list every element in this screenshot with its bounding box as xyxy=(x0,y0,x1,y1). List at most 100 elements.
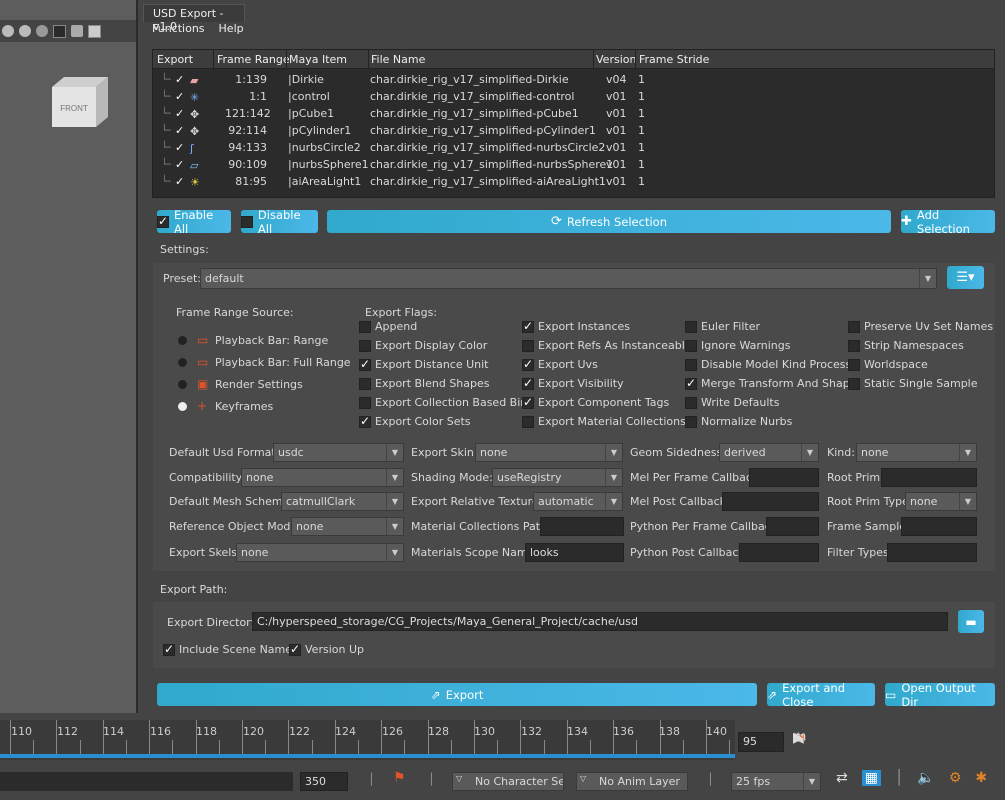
include-scene-name-checkbox[interactable] xyxy=(163,642,175,656)
row-frame-stride[interactable]: 1 xyxy=(638,141,645,154)
table-row[interactable]: └╴ ✓ ▱ 90:109 |nurbsSphere1 char.dirkie_rig_v… xyxy=(153,156,994,173)
flag-checkbox[interactable] xyxy=(685,415,697,428)
row-frame-stride[interactable]: 1 xyxy=(638,73,645,86)
row-version[interactable]: v01 xyxy=(606,141,627,154)
row-frame-stride[interactable]: 1 xyxy=(638,107,645,120)
end-frame-field[interactable]: 350 xyxy=(300,772,348,791)
open-output-dir-button[interactable]: ▭ Open Output Dir xyxy=(885,681,995,709)
export-flag[interactable]: Disable Model Kind Processc xyxy=(685,358,857,371)
mel-per-frame-callback-field[interactable] xyxy=(749,468,819,487)
auto-key-icon[interactable]: ⚑ xyxy=(393,770,406,786)
flag-checkbox[interactable] xyxy=(359,377,371,390)
row-file-name[interactable]: char.dirkie_rig_v17_simplified-control xyxy=(370,90,574,103)
frame-range-option[interactable]: ▭ Playback Bar: Range xyxy=(178,333,328,347)
export-skels-dropdown[interactable]: none ▼ xyxy=(236,543,404,562)
row-export-checkbox[interactable]: ✓ xyxy=(175,107,184,120)
frame-sample-field[interactable] xyxy=(901,517,977,536)
kind-dropdown[interactable]: none ▼ xyxy=(856,443,977,462)
frame-range-option[interactable]: ▣ Render Settings xyxy=(178,377,303,391)
flag-checkbox[interactable] xyxy=(522,339,534,352)
row-export-checkbox[interactable]: ✓ xyxy=(175,73,184,86)
key-ticks-icon[interactable]: ▦ xyxy=(861,770,881,786)
row-export-checkbox[interactable]: ✓ xyxy=(175,124,184,137)
root-prim-field[interactable] xyxy=(881,468,977,487)
grid-icon[interactable] xyxy=(53,24,66,38)
col-maya-item[interactable]: Maya Item xyxy=(289,53,347,66)
version-up-checkbox[interactable] xyxy=(289,642,301,656)
export-flag[interactable]: Strip Namespaces xyxy=(848,339,964,352)
export-flag[interactable]: Worldspace xyxy=(848,358,928,371)
default-usd-format-dropdown[interactable]: usdc ▼ xyxy=(273,443,404,462)
flag-checkbox[interactable] xyxy=(685,320,697,333)
flag-checkbox[interactable] xyxy=(685,339,697,352)
export-flag[interactable]: Export Material Collections xyxy=(522,415,686,428)
root-prim-type-dropdown[interactable]: none ▼ xyxy=(905,492,977,511)
frame-range-option[interactable]: + Keyframes xyxy=(178,399,273,413)
row-file-name[interactable]: char.dirkie_rig_v17_simplified-pCube1 xyxy=(370,107,579,120)
row-version[interactable]: v01 xyxy=(606,124,627,137)
export-flag[interactable]: Export Instances xyxy=(522,319,630,333)
table-row[interactable]: └╴ ✓ ✳ 1:1 |control char.dirkie_rig_v17_simpl… xyxy=(153,88,994,105)
radio-button[interactable] xyxy=(178,357,187,367)
radio-button[interactable] xyxy=(178,401,187,411)
export-flag[interactable]: Export Collection Based Bind xyxy=(359,396,534,409)
export-flag[interactable]: Euler Filter xyxy=(685,320,760,333)
include-scene-name-toggle[interactable]: Include Scene Name xyxy=(163,642,292,656)
col-version[interactable]: Version xyxy=(596,53,636,66)
row-export-checkbox[interactable]: ✓ xyxy=(175,90,184,103)
flag-checkbox[interactable] xyxy=(359,414,371,428)
row-frame-range[interactable]: 90:109 xyxy=(225,158,267,171)
row-export-checkbox[interactable]: ✓ xyxy=(175,175,184,188)
export-flag[interactable]: Export Distance Unit xyxy=(359,357,489,371)
row-version[interactable]: v04 xyxy=(606,73,627,86)
xray-icon[interactable] xyxy=(71,25,83,37)
col-export[interactable]: Export xyxy=(157,53,193,66)
export-flag[interactable]: Export Refs As Instanceable xyxy=(522,339,692,352)
flag-checkbox[interactable] xyxy=(848,339,860,352)
table-row[interactable]: └╴ ✓ ☀ 81:95 |aiAreaLight1 char.dirkie_rig_v1… xyxy=(153,173,994,190)
menu-functions[interactable]: Functions xyxy=(152,22,205,35)
go-to-end-icon[interactable]: ⏭ xyxy=(793,730,806,746)
settings-icon[interactable]: ⚙ xyxy=(949,770,962,786)
menu-help[interactable]: Help xyxy=(219,22,244,35)
table-row[interactable]: └╴ ✓ ▰ 1:139 |Dirkie char.dirkie_rig_v17_simp… xyxy=(153,71,994,88)
export-flag[interactable]: Ignore Warnings xyxy=(685,339,790,352)
col-frame-stride[interactable]: Frame Stride xyxy=(639,53,709,66)
export-flag[interactable]: Merge Transform And Shape xyxy=(685,376,856,390)
export-flag[interactable]: Export Display Color xyxy=(359,339,487,352)
geom-sidedness-dropdown[interactable]: derived ▼ xyxy=(719,443,819,462)
shading-icon[interactable] xyxy=(2,25,14,37)
flag-checkbox[interactable] xyxy=(522,357,534,371)
flag-checkbox[interactable] xyxy=(359,357,371,371)
row-file-name[interactable]: char.dirkie_rig_v17_simplified-pCylinder… xyxy=(370,124,596,137)
export-flag[interactable]: Preserve Uv Set Names xyxy=(848,320,993,333)
export-and-close-button[interactable]: ⇗ Export and Close xyxy=(767,681,875,709)
flag-checkbox[interactable] xyxy=(522,395,534,409)
mel-post-callback-field[interactable] xyxy=(722,492,819,511)
enable-all-button[interactable]: Enable All xyxy=(157,208,231,236)
reference-object-mode-dropdown[interactable]: none ▼ xyxy=(291,517,404,536)
export-button[interactable]: ⇗ Export xyxy=(157,683,757,706)
row-frame-stride[interactable]: 1 xyxy=(638,90,645,103)
version-up-toggle[interactable]: Version Up xyxy=(289,642,364,656)
loop-icon[interactable]: ⇄ xyxy=(836,770,848,786)
range-slider[interactable] xyxy=(0,772,293,791)
current-frame-field[interactable]: 95 xyxy=(738,732,784,752)
row-frame-stride[interactable]: 1 xyxy=(638,124,645,137)
refresh-selection-button[interactable]: ⟳ Refresh Selection xyxy=(327,210,891,233)
row-export-checkbox[interactable]: ✓ xyxy=(175,158,184,171)
row-frame-range[interactable]: 81:95 xyxy=(225,175,267,188)
row-frame-stride[interactable]: 1 xyxy=(638,158,645,171)
shading-mode-dropdown[interactable]: useRegistry ▼ xyxy=(492,468,623,487)
anim-layer-dropdown[interactable]: ▽ No Anim Layer xyxy=(576,772,688,791)
character-set-dropdown[interactable]: ▽ No Character Set xyxy=(452,772,564,791)
flag-checkbox[interactable] xyxy=(359,396,371,409)
flag-checkbox[interactable] xyxy=(522,376,534,390)
add-selection-button[interactable]: ✚ Add Selection xyxy=(901,208,995,236)
flag-checkbox[interactable] xyxy=(848,320,860,333)
row-version[interactable]: v01 xyxy=(606,107,627,120)
browse-folder-button[interactable]: ▬ xyxy=(958,610,984,633)
export-items-tree[interactable]: Export Frame Range Maya Item File Name V… xyxy=(152,49,995,198)
layout-icon[interactable] xyxy=(88,24,101,38)
row-file-name[interactable]: char.dirkie_rig_v17_simplified-nurbsSphe… xyxy=(370,158,613,171)
